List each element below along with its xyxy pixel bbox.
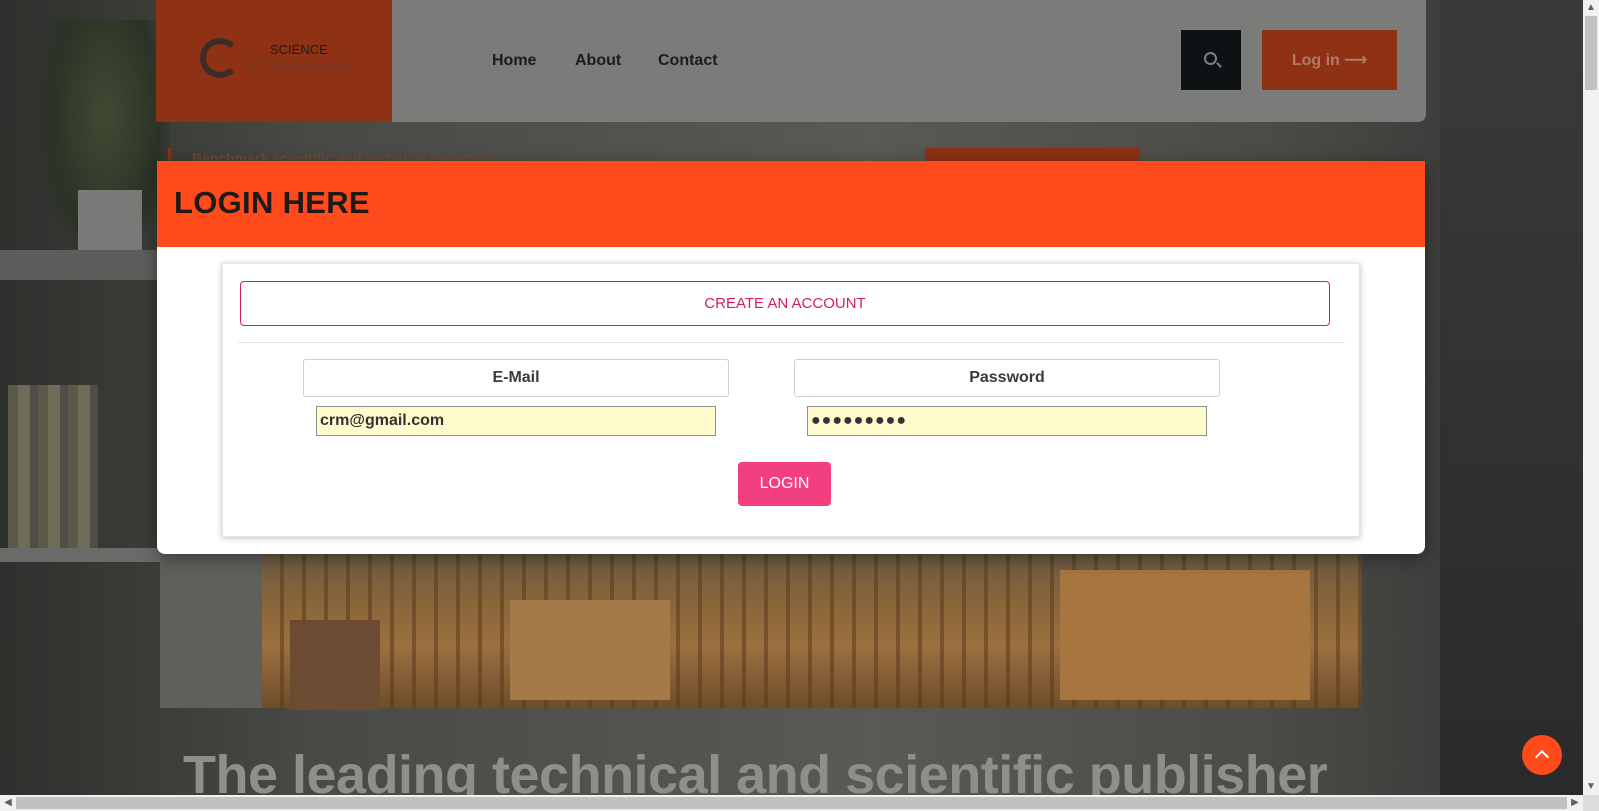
scroll-down-icon[interactable]: ▼	[1583, 779, 1599, 795]
horizontal-scroll-thumb[interactable]	[16, 797, 1567, 809]
login-card: CREATE AN ACCOUNT E-Mail Password LOGIN	[222, 263, 1360, 537]
hero-title: The leading technical and scientific pub…	[183, 745, 1328, 795]
email-label: E-Mail	[303, 359, 729, 397]
create-account-button[interactable]: CREATE AN ACCOUNT	[240, 281, 1330, 326]
password-label: Password	[794, 359, 1220, 397]
scroll-up-icon[interactable]: ▲	[1583, 0, 1599, 16]
tagline-accent	[168, 148, 171, 162]
scroll-left-icon[interactable]: ◀	[0, 795, 16, 811]
ruin-decoration	[510, 600, 670, 700]
nav-home[interactable]: Home	[492, 52, 536, 70]
shelf-lower	[0, 548, 160, 562]
shelf	[0, 250, 160, 280]
modal-title: LOGIN HERE	[174, 185, 370, 220]
scroll-right-icon[interactable]: ▶	[1567, 795, 1583, 811]
vertical-scroll-thumb[interactable]	[1585, 16, 1597, 90]
login-button[interactable]: LOGIN	[738, 462, 831, 506]
modal-header: LOGIN HERE	[157, 161, 1425, 247]
search-icon	[1204, 52, 1217, 65]
ruin-decoration	[1060, 570, 1310, 700]
search-button[interactable]	[1181, 30, 1241, 90]
header-login-button[interactable]: Log in ⟶	[1262, 30, 1397, 90]
password-field[interactable]	[807, 406, 1207, 436]
nav-contact[interactable]: Contact	[658, 52, 718, 70]
books-decoration	[8, 385, 98, 555]
nav-about[interactable]: About	[575, 52, 621, 70]
ruin-decoration	[290, 620, 380, 710]
logo-text-top: SCIENCE	[270, 42, 328, 57]
accent-bar	[925, 148, 1140, 162]
scrollbar-corner	[1583, 795, 1599, 811]
scroll-to-top-button[interactable]	[1522, 735, 1562, 775]
logo-text-bottom: ET TECHNOLOGIE	[246, 60, 352, 74]
login-modal: LOGIN HERE CREATE AN ACCOUNT E-Mail Pass…	[157, 161, 1425, 554]
divider	[238, 342, 1345, 343]
email-field[interactable]	[316, 406, 716, 436]
logo-icon	[200, 38, 240, 78]
vertical-scrollbar[interactable]	[1583, 0, 1599, 795]
background-right	[1440, 0, 1583, 795]
